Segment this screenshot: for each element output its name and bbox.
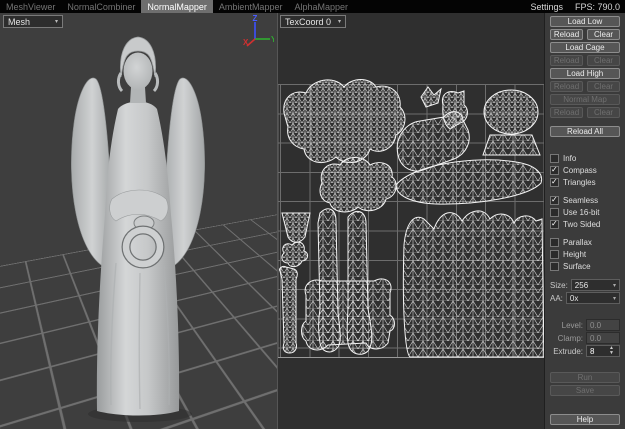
run-button[interactable]: Run bbox=[550, 372, 620, 383]
size-dropdown[interactable]: 256 ▾ bbox=[571, 279, 620, 291]
mesh-dropdown-value: Mesh bbox=[8, 17, 30, 27]
texcoord-dropdown-value: TexCoord 0 bbox=[285, 17, 331, 27]
checkbox-box[interactable] bbox=[550, 238, 559, 247]
texcoord-dropdown[interactable]: TexCoord 0 ▾ bbox=[280, 15, 346, 28]
checkbox-label: Parallax bbox=[563, 238, 592, 247]
clear-normalmap-button[interactable]: Clear bbox=[587, 107, 620, 118]
clear-high-button[interactable]: Clear bbox=[587, 81, 620, 92]
extrude-value: 8 bbox=[590, 346, 594, 357]
axis-gizmo-icon: Z Y X bbox=[242, 14, 274, 50]
load-low-button[interactable]: Load Low bbox=[550, 16, 620, 27]
aa-dropdown-value: 0x bbox=[570, 294, 578, 303]
save-button[interactable]: Save bbox=[550, 385, 620, 396]
checkbox-box[interactable] bbox=[550, 196, 559, 205]
clamp-input[interactable]: 0.0 bbox=[586, 332, 620, 344]
clamp-row: Clamp: 0.0 bbox=[550, 332, 620, 344]
tab-alphamapper[interactable]: AlphaMapper bbox=[288, 0, 354, 13]
level-label: Level: bbox=[550, 321, 583, 330]
help-button[interactable]: Help bbox=[550, 414, 620, 425]
checkbox-use-16bit[interactable]: Use 16-bit bbox=[550, 207, 620, 218]
aa-row: AA: 0x ▾ bbox=[550, 292, 620, 304]
clear-cage-button[interactable]: Clear bbox=[587, 55, 620, 66]
tab-normalcombiner[interactable]: NormalCombiner bbox=[61, 0, 141, 13]
chevron-down-icon: ▾ bbox=[55, 18, 58, 25]
checkbox-label: Two Sided bbox=[563, 220, 600, 229]
settings-button[interactable]: Settings bbox=[530, 2, 563, 12]
checkbox-label: Use 16-bit bbox=[563, 208, 599, 217]
size-dropdown-value: 256 bbox=[575, 281, 588, 290]
checkbox-seamless[interactable]: Seamless bbox=[550, 195, 620, 206]
checkbox-box[interactable] bbox=[550, 178, 559, 187]
tool-panel: Load Low Reload Clear Load Cage Reload C… bbox=[544, 13, 625, 429]
chevron-down-icon: ▾ bbox=[613, 295, 616, 302]
mesh-dropdown[interactable]: Mesh ▾ bbox=[3, 15, 63, 28]
checkbox-box[interactable] bbox=[550, 250, 559, 259]
3d-viewport[interactable]: Mesh ▾ Z Y X bbox=[0, 13, 278, 429]
checkbox-box[interactable] bbox=[550, 166, 559, 175]
aa-label: AA: bbox=[550, 294, 563, 303]
chevron-down-icon: ▾ bbox=[338, 18, 341, 25]
checkbox-height[interactable]: Height bbox=[550, 249, 620, 260]
checkbox-label: Info bbox=[563, 154, 576, 163]
chevron-down-icon: ▾ bbox=[613, 282, 616, 289]
checkbox-box[interactable] bbox=[550, 220, 559, 229]
extrude-stepper[interactable]: 8 ▲▼ bbox=[586, 345, 620, 357]
checkbox-box[interactable] bbox=[550, 154, 559, 163]
angel-statue-model[interactable] bbox=[0, 13, 277, 429]
reload-cage-button[interactable]: Reload bbox=[550, 55, 583, 66]
fps-counter: FPS: 790.0 bbox=[575, 2, 620, 12]
checkbox-label: Height bbox=[563, 250, 586, 259]
top-tab-bar: MeshViewer NormalCombiner NormalMapper A… bbox=[0, 0, 625, 13]
reload-all-button[interactable]: Reload All bbox=[550, 126, 620, 137]
extrude-row: Extrude: 8 ▲▼ bbox=[550, 345, 620, 357]
clamp-label: Clamp: bbox=[550, 334, 583, 343]
load-cage-button[interactable]: Load Cage bbox=[550, 42, 620, 53]
checkbox-label: Compass bbox=[563, 166, 597, 175]
extrude-label: Extrude: bbox=[550, 347, 583, 356]
tab-meshviewer[interactable]: MeshViewer bbox=[0, 0, 61, 13]
stepper-arrows-icon[interactable]: ▲▼ bbox=[607, 346, 616, 356]
uv-islands-wireframe bbox=[278, 13, 544, 429]
checkbox-label: Surface bbox=[563, 262, 591, 271]
tab-ambientmapper[interactable]: AmbientMapper bbox=[213, 0, 289, 13]
checkbox-label: Seamless bbox=[563, 196, 598, 205]
checkbox-box[interactable] bbox=[550, 262, 559, 271]
checkbox-label: Triangles bbox=[563, 178, 596, 187]
size-row: Size: 256 ▾ bbox=[550, 279, 620, 291]
checkbox-box[interactable] bbox=[550, 208, 559, 217]
normal-map-button[interactable]: Normal Map bbox=[550, 94, 620, 105]
checkbox-compass[interactable]: Compass bbox=[550, 165, 620, 176]
reload-low-button[interactable]: Reload bbox=[550, 29, 583, 40]
checkbox-parallax[interactable]: Parallax bbox=[550, 237, 620, 248]
checkbox-triangles[interactable]: Triangles bbox=[550, 177, 620, 188]
checkbox-surface[interactable]: Surface bbox=[550, 261, 620, 272]
size-label: Size: bbox=[550, 281, 568, 290]
level-input[interactable]: 0.0 bbox=[586, 319, 620, 331]
reload-normalmap-button[interactable]: Reload bbox=[550, 107, 583, 118]
axis-y-label: Y bbox=[271, 35, 274, 44]
axis-z-label: Z bbox=[253, 14, 258, 23]
reload-high-button[interactable]: Reload bbox=[550, 81, 583, 92]
clamp-value: 0.0 bbox=[590, 333, 601, 344]
level-value: 0.0 bbox=[590, 320, 601, 331]
uv-viewport[interactable]: TexCoord 0 ▾ bbox=[278, 13, 544, 429]
checkbox-info[interactable]: Info bbox=[550, 153, 620, 164]
tab-normalmapper[interactable]: NormalMapper bbox=[141, 0, 213, 13]
axis-x-label: X bbox=[243, 38, 249, 47]
clear-low-button[interactable]: Clear bbox=[587, 29, 620, 40]
checkbox-two-sided[interactable]: Two Sided bbox=[550, 219, 620, 230]
aa-dropdown[interactable]: 0x ▾ bbox=[566, 292, 620, 304]
load-high-button[interactable]: Load High bbox=[550, 68, 620, 79]
level-row: Level: 0.0 bbox=[550, 319, 620, 331]
